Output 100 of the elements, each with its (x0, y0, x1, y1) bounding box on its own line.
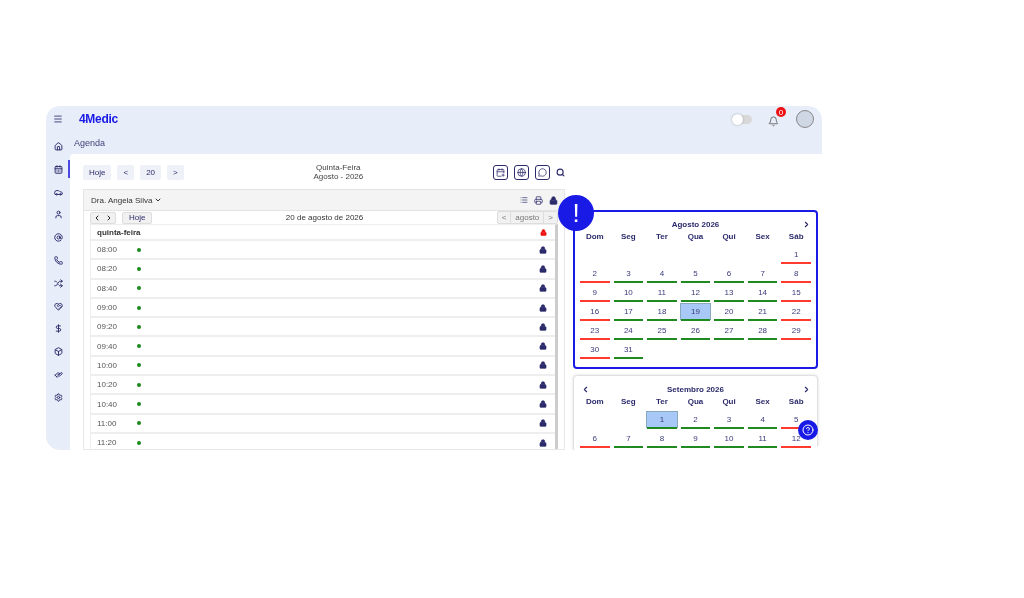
calendar-day[interactable]: 28 (747, 323, 778, 338)
month-title: Agosto 2026 (670, 219, 721, 229)
status-dot (137, 286, 141, 291)
slot-time: 09:20 (97, 322, 119, 332)
weekday-label: Qui (721, 396, 737, 408)
calendar-day[interactable]: 15 (781, 285, 811, 300)
slot-time: 08:20 (97, 264, 119, 274)
calendar-day[interactable]: 9 (680, 431, 711, 446)
print-icon[interactable] (534, 195, 543, 205)
calendar-day[interactable]: 1 (781, 247, 811, 262)
calendar-day[interactable]: 23 (580, 323, 610, 338)
month-title: Setembro 2026 (666, 384, 725, 394)
weekday-label: Ter (655, 396, 669, 408)
lock-icon[interactable] (549, 195, 558, 205)
calendar-day[interactable]: 19 (680, 304, 711, 319)
day-title: 20 de agosto de 2026 (284, 213, 365, 222)
notification-badge: 0 (776, 107, 786, 117)
calendar-add-button[interactable] (493, 164, 508, 180)
calendar-day[interactable]: 11 (647, 285, 677, 300)
weekday-title: Quinta-Feira (316, 163, 361, 172)
weekday-label: Qua (686, 231, 705, 243)
calendar-day[interactable]: 7 (613, 431, 644, 446)
lock-icon[interactable] (539, 342, 547, 351)
calendar-day[interactable]: 1 (647, 412, 677, 427)
calendar-day[interactable]: 20 (714, 304, 744, 319)
chevron-right-icon (105, 213, 113, 222)
today-button[interactable]: Hoje (122, 211, 153, 224)
calendar-day[interactable]: 25 (647, 323, 677, 338)
toggle-switch[interactable] (732, 114, 752, 124)
calendar-day[interactable]: 26 (680, 323, 711, 338)
month-title: Agosto - 2026 (313, 172, 364, 181)
calendar-day[interactable]: 14 (747, 285, 778, 300)
weekday-label: Ter (655, 231, 669, 243)
calendar-day[interactable]: 7 (747, 266, 778, 281)
calendar-day[interactable]: 3 (714, 412, 744, 427)
calendar-day[interactable]: 31 (613, 342, 644, 357)
slot-time: 09:40 (97, 341, 119, 351)
status-dot (137, 440, 141, 445)
calendar-day[interactable]: 9 (580, 285, 610, 300)
chevron-left-icon (93, 213, 101, 222)
toolbar-button[interactable]: < (117, 164, 135, 180)
calendar-day[interactable]: 22 (781, 304, 811, 319)
status-dot (137, 305, 141, 310)
toolbar-button[interactable]: Hoje (83, 164, 112, 180)
slot-time: 11:20 (97, 438, 118, 448)
calendar-day[interactable]: 24 (613, 323, 644, 338)
calendar-day[interactable]: 8 (781, 266, 811, 281)
calendar-day[interactable]: 2 (580, 266, 610, 281)
lock-icon[interactable] (539, 284, 547, 293)
status-dot (137, 266, 141, 271)
calendar-day[interactable]: 30 (580, 342, 610, 357)
avatar[interactable] (796, 110, 814, 128)
weekday-label: Sex (754, 396, 771, 408)
calendar-day[interactable]: 12 (680, 285, 711, 300)
day-header: quinta-feira (97, 227, 141, 237)
lock-icon[interactable] (539, 400, 547, 408)
calendar-day[interactable]: 6 (714, 266, 744, 281)
bell-icon[interactable] (768, 116, 779, 127)
toolbar-button[interactable]: > (167, 164, 184, 180)
lock-icon[interactable] (539, 361, 547, 370)
calendar-day[interactable]: 10 (613, 285, 644, 300)
month-label: agosto (510, 212, 545, 223)
calendar-day[interactable]: 5 (680, 266, 711, 281)
previous-month-button[interactable]: < (497, 212, 511, 223)
calendar-day[interactable]: 11 (747, 431, 778, 446)
globe-button[interactable] (514, 164, 529, 180)
slot-time: 10:20 (97, 380, 119, 390)
next-month-button[interactable]: > (544, 212, 557, 223)
calendar-day[interactable]: 8 (647, 431, 677, 446)
calendar-day[interactable]: 3 (613, 266, 644, 281)
calendar-day[interactable]: 2 (680, 412, 711, 427)
menu-icon[interactable] (53, 114, 63, 124)
calendar-day[interactable]: 13 (714, 285, 744, 300)
lock-icon[interactable] (539, 245, 547, 254)
lock-icon[interactable] (539, 303, 547, 312)
doctor-dropdown[interactable]: Dra. Angela Silva (91, 195, 163, 205)
slot-time: 08:40 (97, 283, 119, 293)
calendar-day[interactable]: 18 (647, 304, 677, 319)
chevron-down-icon (154, 196, 163, 204)
lock-icon[interactable] (539, 438, 547, 447)
logo: 4Medic (79, 112, 118, 126)
lock-icon[interactable] (539, 419, 547, 428)
lock-icon[interactable] (539, 380, 547, 389)
calendar-day[interactable]: 6 (580, 431, 610, 446)
calendar-day[interactable]: 10 (714, 431, 744, 446)
calendar-day[interactable]: 17 (613, 304, 644, 319)
slot-time: 10:40 (97, 399, 119, 409)
calendar-day[interactable]: 4 (647, 266, 677, 281)
list-icon[interactable] (520, 196, 528, 204)
weekday-label: Sáb (787, 231, 805, 243)
calendar-day[interactable]: 29 (781, 323, 811, 338)
lock-icon[interactable] (539, 322, 547, 331)
chat-button[interactable] (535, 164, 550, 180)
calendar-day[interactable]: 21 (747, 304, 778, 319)
calendar-day[interactable]: 27 (714, 323, 744, 338)
toolbar-button[interactable]: 20 (140, 164, 162, 180)
search-icon[interactable] (556, 167, 565, 177)
calendar-day[interactable]: 16 (580, 304, 610, 319)
lock-icon[interactable] (539, 264, 547, 273)
calendar-day[interactable]: 4 (747, 412, 778, 427)
